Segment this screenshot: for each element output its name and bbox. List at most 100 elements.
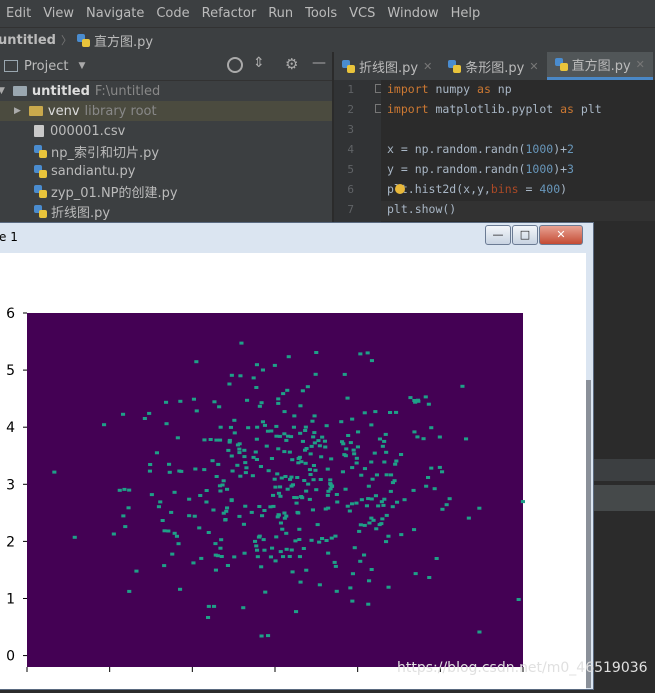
tab-zhexiantu[interactable]: 折线图.py ✕ (334, 52, 440, 80)
tab-zhifangtu[interactable]: 直方图.py ✕ (546, 52, 653, 80)
histogram-bin (382, 439, 387, 443)
close-button[interactable]: ✕ (539, 225, 583, 245)
histogram-bin (388, 411, 393, 414)
histogram-bin (178, 587, 183, 591)
y-tick-label: 2 (6, 534, 15, 550)
menu-edit[interactable]: Edit (0, 6, 37, 21)
collapse-all-icon[interactable]: ⇕ (253, 55, 265, 71)
breadcrumb-file[interactable]: 直方图.py (94, 31, 153, 50)
histogram-bin (308, 452, 313, 456)
expand-arrow-icon[interactable]: ▼ (0, 86, 5, 96)
tree-item-file[interactable]: 000001.csv (0, 121, 332, 141)
histogram-bin (310, 419, 315, 423)
hide-panel-icon[interactable]: — (312, 55, 326, 71)
close-icon[interactable]: ✕ (423, 60, 432, 73)
python-file-icon (76, 33, 90, 47)
tree-item-venv[interactable]: ▶ venv library root (0, 101, 332, 121)
histogram-bin (126, 506, 131, 510)
watermark: https://blog.csdn.net/m0_46519036 (397, 660, 648, 676)
menu-code[interactable]: Code (150, 6, 195, 21)
histogram-bin (300, 439, 305, 443)
menu-tools[interactable]: Tools (299, 6, 343, 21)
collapse-arrow-icon[interactable]: ▶ (14, 106, 21, 116)
histogram-bin (348, 441, 353, 445)
histogram-bin (432, 487, 437, 491)
histogram-bin (194, 360, 199, 364)
histogram-bin (260, 420, 265, 424)
histogram-bin (334, 493, 339, 496)
histogram-bin (284, 531, 289, 535)
tree-item-file[interactable]: zyp_01.NP的创建.py (0, 181, 332, 201)
histogram-bin (216, 462, 221, 466)
histogram-bin (147, 411, 152, 415)
histogram-bin (278, 494, 283, 498)
histogram-bin (235, 463, 240, 467)
histogram-bin (381, 503, 386, 507)
histogram-bin (440, 470, 445, 474)
histogram-bin (206, 604, 211, 608)
menu-vcs[interactable]: VCS (343, 6, 381, 21)
project-panel-title[interactable]: Project (24, 59, 68, 74)
histogram-bin (258, 465, 263, 468)
histogram-bin (362, 467, 367, 471)
gear-icon[interactable]: ⚙ (285, 55, 298, 73)
histogram-bin (389, 473, 394, 477)
histogram-bin (212, 604, 217, 608)
close-icon[interactable]: ✕ (636, 58, 645, 71)
histogram-bin (244, 466, 249, 470)
lightbulb-icon[interactable] (395, 184, 405, 194)
menu-run[interactable]: Run (262, 6, 299, 21)
maximize-button[interactable]: □ (512, 225, 538, 245)
tree-item-file[interactable]: sandiantu.py (0, 161, 332, 181)
line-number: 7 (347, 203, 354, 216)
histogram-bin (358, 559, 363, 563)
histogram-bin (399, 533, 404, 537)
histogram-bin (272, 363, 277, 367)
menu-help[interactable]: Help (445, 6, 487, 21)
histogram-bin (266, 634, 271, 638)
code-editor[interactable]: import numpy as np import matplotlib.pyp… (381, 80, 655, 230)
histogram-bin (429, 466, 434, 470)
minimize-button[interactable]: — (485, 225, 511, 245)
histogram-bin (219, 538, 224, 542)
breadcrumb-project[interactable]: untitled (0, 33, 56, 48)
menu-view[interactable]: View (37, 6, 80, 21)
histogram-bin (520, 500, 525, 504)
histogram-bin (382, 460, 387, 464)
histogram-bin (283, 475, 288, 478)
histogram-bin (392, 479, 397, 483)
menu-navigate[interactable]: Navigate (80, 6, 150, 21)
figure-window[interactable]: e 1 — □ ✕ 0 1 2 3 4 5 6 (0, 222, 594, 690)
histogram-bin (309, 444, 314, 448)
tab-tiaoxingtu[interactable]: 条形图.py ✕ (440, 52, 546, 80)
histogram-bin (354, 501, 359, 505)
scrollbar[interactable] (586, 380, 591, 688)
histogram-bin (197, 526, 202, 530)
histogram-bin (259, 565, 264, 569)
histogram-bin (259, 634, 264, 638)
histogram-bin (179, 469, 184, 473)
histogram-bin (466, 516, 471, 520)
histogram-bin (191, 397, 196, 401)
histogram-bin (346, 434, 351, 437)
histogram-bin (211, 508, 216, 512)
menu-window[interactable]: Window (381, 6, 444, 21)
histogram-bin (314, 351, 319, 354)
tree-item-file[interactable]: 折线图.py (0, 201, 332, 221)
histogram-bin (316, 439, 321, 443)
histogram-bin (311, 435, 316, 439)
menu-refactor[interactable]: Refactor (196, 6, 263, 21)
histogram-bin (287, 555, 292, 558)
histogram-bin (237, 447, 242, 451)
code-line: x = np.random.randn(1000)+2 (387, 142, 574, 156)
tree-item-file[interactable]: np_索引和切片.py (0, 141, 332, 161)
tree-item-root[interactable]: ▼ untitled F:\untitled (0, 81, 332, 101)
histogram-bin (271, 493, 276, 497)
histogram-bin (312, 414, 317, 418)
histogram-bin (276, 401, 281, 405)
histogram-bin (347, 509, 352, 513)
locate-file-icon[interactable] (227, 57, 243, 73)
dropdown-arrow-icon[interactable]: ▼ (78, 61, 85, 71)
line-number: 5 (347, 163, 354, 176)
close-icon[interactable]: ✕ (529, 60, 538, 73)
